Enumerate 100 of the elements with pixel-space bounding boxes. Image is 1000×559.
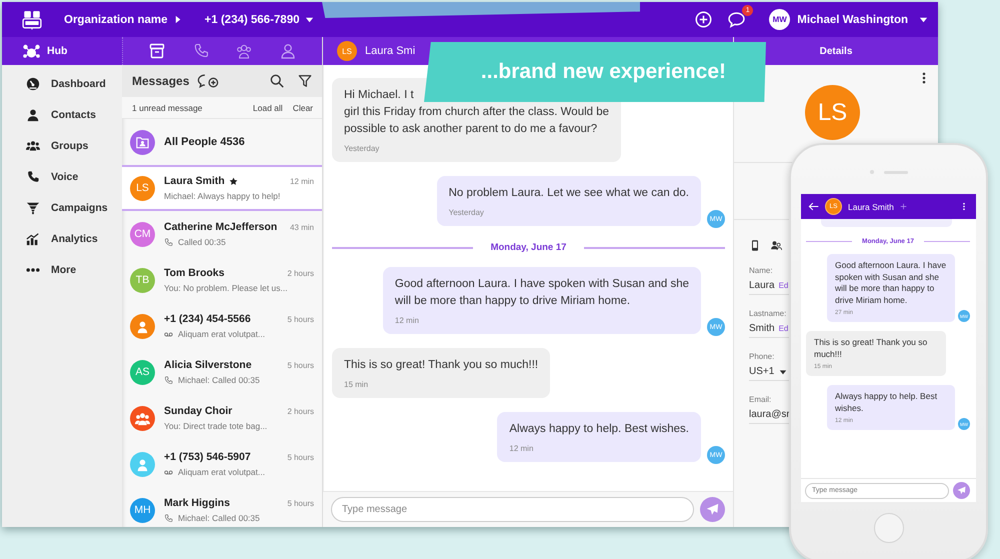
- message-preview: Called 00:35: [178, 237, 226, 247]
- field-value: laura@sr: [749, 409, 790, 420]
- message-preview: Michael: Called 00:35: [178, 375, 260, 385]
- timestamp: 2 hours: [287, 268, 314, 278]
- send-button[interactable]: [953, 482, 970, 499]
- phone-number-menu[interactable]: +1 (234) 566-7890: [204, 14, 314, 26]
- panel-title: Details: [820, 46, 852, 56]
- timestamp: 43 min: [290, 222, 314, 232]
- new-chat-icon[interactable]: [197, 72, 220, 90]
- caret-icon: [305, 15, 314, 24]
- dashboard-icon: [26, 76, 40, 90]
- archive-icon[interactable]: [148, 43, 165, 59]
- all-people-item[interactable]: All People 4536: [122, 119, 322, 165]
- back-icon[interactable]: [808, 201, 819, 212]
- caret-icon: [919, 15, 928, 24]
- sidebar-item[interactable]: Dashboard: [2, 68, 122, 99]
- sidebar-item[interactable]: Campaigns: [2, 192, 122, 223]
- conversation-item[interactable]: MH Mark Higgins 5 hours Michael: Called 00:35: [122, 487, 322, 527]
- clear-link[interactable]: Clear: [292, 102, 313, 112]
- phone-icon: [26, 170, 40, 184]
- avatar: LS: [130, 176, 155, 200]
- sidebar-item[interactable]: Analytics: [2, 223, 122, 254]
- sidebar-item[interactable]: Voice: [2, 161, 122, 192]
- phone-icon: [164, 376, 173, 384]
- message-input[interactable]: Type message: [331, 497, 694, 522]
- conversation-item[interactable]: +1 (753) 546-5907 5 hours Aliquam erat volutpat...: [122, 441, 322, 487]
- load-all-link[interactable]: Load all: [252, 102, 283, 112]
- contact-name: Mark Higgins: [164, 497, 230, 509]
- sidebar-item[interactable]: Groups: [2, 130, 122, 161]
- sidebar-item[interactable]: Contacts: [2, 99, 122, 130]
- caret-icon: [779, 368, 788, 376]
- avatar: MH: [130, 498, 155, 522]
- conversation-item[interactable]: TB Tom Brooks 2 hours You: No problem. Please let us...: [122, 257, 322, 303]
- caret-icon: [174, 15, 183, 24]
- contact-name: +1 (753) 546-5907: [164, 451, 251, 463]
- mobile-phone-icon[interactable]: [749, 239, 761, 252]
- contact-name: Alicia Silverstone: [164, 359, 252, 371]
- contact-name: Laura Smi: [365, 45, 416, 57]
- folder-avatar: [130, 130, 155, 154]
- contact-name: Laura Smith: [848, 202, 894, 212]
- chat-icon[interactable]: [728, 11, 746, 28]
- voicemail-icon: [164, 468, 173, 476]
- avatar: MW: [769, 9, 790, 30]
- organization-menu[interactable]: Organization name: [64, 14, 183, 26]
- contact-name: +1 (234) 454-5566: [164, 313, 251, 325]
- message-text: Always happy to help. Best wishes.: [835, 391, 938, 414]
- conversation-item[interactable]: CM Catherine McJefferson 43 min Called 00:35: [122, 211, 322, 257]
- user-menu[interactable]: MW Michael Washington: [769, 9, 928, 30]
- search-icon[interactable]: [270, 74, 284, 88]
- message-preview: Michael: Called 00:35: [178, 513, 260, 523]
- field-label: Phone:: [749, 352, 776, 361]
- message-text: Good afternoon Laura. I have spoken with Susan and she will be more than happy to drive Miriam home.: [835, 260, 947, 306]
- bar-chart-icon: [26, 232, 40, 246]
- phone-icon: [164, 238, 173, 246]
- message-preview: You: No problem. Please let us...: [164, 283, 288, 293]
- panel-title: Messages: [132, 74, 190, 88]
- voicemail-icon: [164, 330, 173, 338]
- contact-name: Tom Brooks: [164, 267, 224, 279]
- avatar: AS: [130, 360, 155, 384]
- field-value: Laura: [749, 280, 775, 291]
- message-text: This is so great! Thank you so much!!!: [344, 358, 538, 373]
- timestamp: 5 hours: [287, 498, 314, 508]
- field-label: Name:: [749, 266, 774, 275]
- contacts-icon: [26, 108, 40, 122]
- group-icon[interactable]: [236, 43, 252, 59]
- avatar: CM: [130, 222, 155, 246]
- message-text: This is so great! Thank you so much!!!: [814, 337, 928, 360]
- phone-icon: [164, 514, 173, 522]
- contacts-icon[interactable]: [770, 239, 782, 252]
- edit-link[interactable]: Ed: [778, 281, 788, 290]
- contact-name: Sunday Choir: [164, 405, 232, 417]
- phone-icon[interactable]: [192, 43, 209, 59]
- field-label: Email:: [749, 395, 772, 404]
- message-preview: Michael: Always happy to help!: [164, 191, 280, 201]
- message-time: 12 min: [394, 316, 420, 325]
- contact-name: Catherine McJefferson: [164, 221, 278, 233]
- conversation-item[interactable]: Sunday Choir 2 hours You: Direct trade tote bag...: [122, 395, 322, 441]
- logo-icon: [22, 10, 42, 30]
- conversation-item[interactable]: LS Laura Smith 12 min Michael: Always happy to help!: [122, 165, 322, 211]
- message-text: Hi Michael. I t girl this Friday from church after the class. Would be possible to ask another parent to do me a favour?: [344, 88, 610, 137]
- unread-count: 1 unread message: [132, 102, 202, 112]
- message-time: Yesterday: [344, 144, 380, 153]
- send-icon: [957, 486, 966, 495]
- edit-link[interactable]: Ed: [778, 324, 788, 333]
- more-icon[interactable]: [960, 201, 968, 212]
- date-divider: Monday, June 17: [490, 242, 566, 253]
- conversation-item[interactable]: AS Alicia Silverstone 5 hours Michael: Called 00:35: [122, 349, 322, 395]
- hub-tab[interactable]: Hub: [22, 43, 68, 59]
- field-label: Lastname:: [749, 309, 788, 318]
- sidebar-item[interactable]: More: [2, 254, 122, 285]
- person-icon[interactable]: [280, 43, 296, 59]
- conversation-item[interactable]: +1 (234) 454-5566 5 hours Aliquam erat volutpat...: [122, 303, 322, 349]
- funnel-icon: [26, 200, 40, 214]
- message-time: 12 min: [509, 444, 534, 453]
- country-code-dropdown[interactable]: US+1: [749, 366, 788, 377]
- message-preview: You: Direct trade tote bag...: [164, 421, 268, 431]
- send-icon: [706, 503, 720, 516]
- filter-icon[interactable]: [298, 74, 312, 88]
- timestamp: 12 min: [290, 176, 314, 186]
- send-button[interactable]: [700, 497, 725, 522]
